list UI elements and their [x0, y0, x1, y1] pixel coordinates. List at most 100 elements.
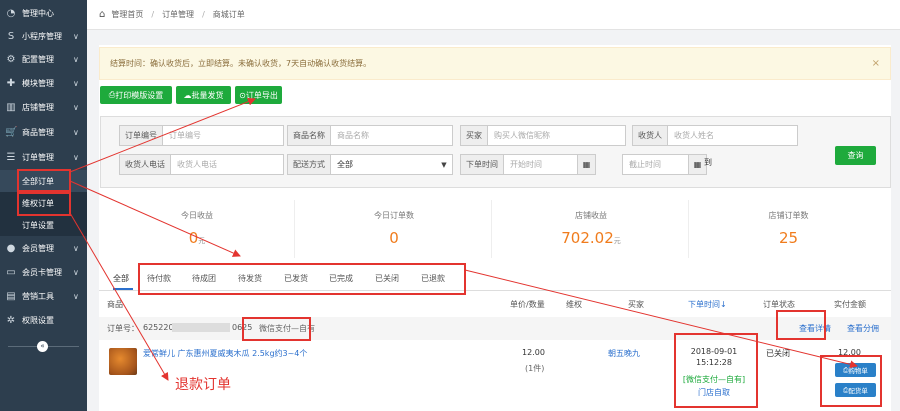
shopping-list-button[interactable]: ⎙ 购物单 [835, 363, 876, 377]
collapse-icon: « [37, 341, 48, 352]
chevron-down-icon: ∨ [73, 267, 79, 277]
phone-input[interactable]: 收货人电话 [171, 155, 283, 174]
sidebar-item-label: 权限设置 [22, 315, 54, 325]
breadcrumb-orders[interactable]: 订单管理 [162, 9, 194, 20]
sidebar-item-dashboard[interactable]: ◔ 管理中心 [0, 2, 87, 24]
sidebar-item-permissions[interactable]: ✲ 权限设置 [0, 309, 87, 331]
chevron-down-icon: ∨ [73, 243, 79, 253]
view-commission-link[interactable]: 查看分佣 [847, 323, 879, 334]
field-label: 下单时间 [461, 155, 504, 174]
chevron-down-icon: ∨ [73, 291, 79, 301]
query-button[interactable]: 查询 [835, 146, 876, 165]
sidebar-item-mini-program[interactable]: S 小程序管理 ∨ [0, 25, 87, 47]
sidebar-item-label: 会员管理 [22, 243, 54, 253]
dropdown-arrow-icon: ▼ [441, 160, 447, 169]
breadcrumb-home[interactable]: 管理首页 [111, 9, 143, 20]
view-details-link[interactable]: 查看详情 [799, 323, 831, 334]
product-name-link[interactable]: 爱常鲜儿 广东惠州夏威夷木瓜 2.5kg约3~4个 [143, 348, 307, 359]
sidebar-item-store[interactable]: ▥ 店铺管理 ∨ [0, 96, 87, 118]
gear-icon: ✲ [6, 314, 16, 326]
tab-pending-shipment[interactable]: 待发货 [238, 273, 262, 284]
sidebar-item-marketing[interactable]: ▤ 营销工具 ∨ [0, 285, 87, 307]
delivery-method-select[interactable]: 全部 [331, 155, 436, 174]
tab-refunded[interactable]: 已退款 [421, 273, 445, 284]
sidebar-collapse-toggle[interactable]: « [0, 338, 87, 354]
order-date: 2018-09-01 [690, 347, 738, 356]
print-template-button[interactable]: ⎙ 打印模版设置 [100, 86, 172, 104]
order-header-row: 订单号： 625220 0625 微信支付—自有 查看详情 查看分佣 [99, 317, 891, 340]
stat-value: 25 [778, 229, 799, 247]
chevron-down-icon: ∨ [73, 78, 79, 88]
home-icon: ⌂ [99, 9, 106, 20]
sidebar-item-members[interactable]: ● 会员管理 ∨ [0, 237, 87, 259]
sidebar-item-products[interactable]: 🛒 商品管理 ∨ [0, 121, 87, 143]
start-time-input[interactable]: 开始时间 [504, 155, 577, 174]
column-header-order-time[interactable]: 下单时间↓ [688, 299, 727, 310]
button-label: 批量发货 [191, 90, 224, 100]
calendar-icon[interactable]: ▦ [577, 155, 595, 174]
notice-text: 结算时间：确认收货后，立即结算。未确认收货，7天自动确认收货结算。 [110, 59, 372, 68]
stat-label: 今日收益 [181, 211, 213, 220]
breadcrumb-separator: / [151, 10, 155, 19]
button-label: 打印模版设置 [115, 90, 164, 100]
sidebar-item-orders[interactable]: ☰ 订单管理 ∨ [0, 146, 87, 168]
tab-completed[interactable]: 已完成 [329, 273, 353, 284]
phone-field: 收货人电话 收货人电话 [119, 154, 284, 175]
sidebar-subitem-order-settings[interactable]: 订单设置 [0, 214, 87, 236]
id-card-icon: ▭ [6, 266, 16, 278]
stat-today-revenue: 今日收益 0元 [100, 200, 295, 258]
close-icon[interactable]: × [872, 58, 880, 69]
sidebar-subitem-all-orders[interactable]: 全部订单 [0, 170, 87, 192]
breadcrumb-current: 商城订单 [212, 10, 245, 19]
cloud-upload-icon: ☁ [183, 90, 192, 100]
cogs-icon: ⚙ [6, 53, 16, 65]
product-name-input[interactable]: 商品名称 [331, 126, 452, 145]
sidebar-item-modules[interactable]: ✚ 模块管理 ∨ [0, 72, 87, 94]
order-no-suffix: 0625 [232, 323, 253, 332]
buyer-input[interactable]: 购买人微信昵称 [488, 126, 625, 145]
export-orders-button[interactable]: ⊙ 订单导出 [235, 86, 282, 104]
settlement-notice: 结算时间：确认收货后，立即结算。未确认收货，7天自动确认收货结算。 × [99, 47, 891, 80]
dashboard-icon: ◔ [6, 7, 16, 19]
end-time-field: 截止时间 ▦ [622, 154, 707, 175]
stat-store-revenue: 店铺收益 702.02元 [494, 200, 689, 258]
batch-ship-button[interactable]: ☁ 批量发货 [176, 86, 231, 104]
sidebar-item-member-cards[interactable]: ▭ 会员卡管理 ∨ [0, 261, 87, 283]
order-status: 已关闭 [766, 349, 790, 358]
column-header-price-qty: 单价/数量 [510, 300, 545, 309]
buyer-field: 买家 购买人微信昵称 [460, 125, 626, 146]
chevron-down-icon: ∨ [73, 31, 79, 41]
end-time-input[interactable]: 截止时间 [623, 155, 688, 174]
field-label: 配送方式 [288, 155, 331, 174]
sidebar-item-config[interactable]: ⚙ 配置管理 ∨ [0, 48, 87, 70]
chevron-down-icon: ∨ [73, 54, 79, 64]
order-no-prefix: 625220 [143, 323, 174, 332]
column-header-status: 订单状态 [763, 300, 795, 309]
delivery-note-button[interactable]: ⎙ 配货单 [835, 383, 876, 397]
content-panel: 结算时间：确认收货后，立即结算。未确认收货，7天自动确认收货结算。 × ⎙ 打印模… [99, 45, 891, 411]
chevron-down-icon: ∨ [73, 152, 79, 162]
order-status-tabs: 全部 待付款 待成团 待发货 已发货 已完成 已关闭 已退款 [99, 267, 891, 291]
field-label: 收货人电话 [120, 155, 171, 174]
product-thumbnail[interactable] [109, 348, 137, 375]
recipient-input[interactable]: 收货人姓名 [668, 126, 797, 145]
tab-pending-group[interactable]: 待成团 [192, 273, 216, 284]
order-no-input[interactable]: 订单编号 [163, 126, 283, 145]
button-label: 订单导出 [245, 90, 278, 100]
button-label: 购物单 [848, 367, 868, 375]
sidebar-item-label: 管理中心 [22, 8, 54, 18]
tab-all[interactable]: 全部 [113, 273, 129, 284]
tab-shipped[interactable]: 已发货 [284, 273, 308, 284]
quantity: (1件) [525, 364, 545, 373]
column-header-buyer: 买家 [628, 300, 644, 309]
sidebar-subitem-rights-orders[interactable]: 维权订单 [0, 192, 87, 214]
paid-amount: 12.00 [838, 348, 861, 357]
tab-closed[interactable]: 已关闭 [375, 273, 399, 284]
column-header-rights: 维权 [566, 300, 582, 309]
tab-pending-payment[interactable]: 待付款 [147, 273, 171, 284]
user-icon: ● [6, 242, 16, 254]
sidebar-item-label: 配置管理 [22, 54, 54, 64]
buyer-link[interactable]: 朝五晚九 [608, 348, 640, 359]
order-no-label: 订单号： [107, 324, 139, 333]
breadcrumb: ⌂ 管理首页 / 订单管理 / 商城订单 [87, 0, 900, 30]
